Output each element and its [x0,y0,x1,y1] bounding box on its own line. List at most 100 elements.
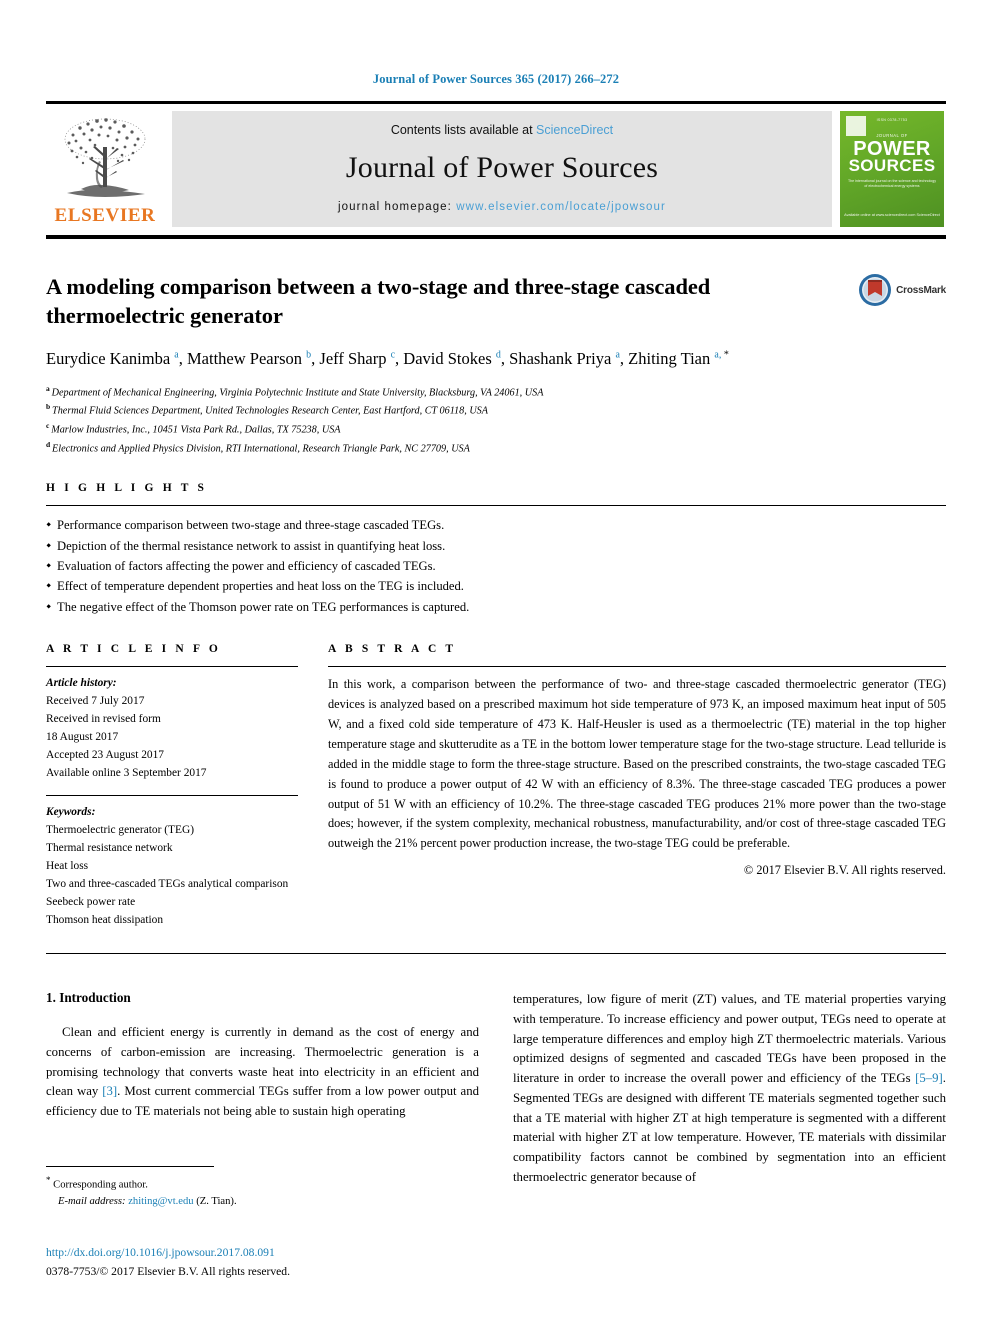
footnote-block: * Corresponding author. E-mail address: … [46,1166,476,1210]
citation-ref-5-9[interactable]: [5–9] [915,1071,943,1085]
abstract-column: A B S T R A C T In this work, a comparis… [328,643,946,929]
journal-cover-thumbnail: ISSN 0378-7753 JOURNAL OF POWER SOURCES … [838,111,946,227]
author-separator: , [619,348,629,368]
author-separator: , [178,348,187,368]
highlights-rule [46,505,946,507]
cover-top-text: ISSN 0378-7753 [876,118,908,122]
article-info-column: A R T I C L E I N F O Article history: R… [46,643,298,929]
keyword-item: Thermal resistance network [46,842,173,855]
author-separator: , [500,348,510,368]
body-columns: 1. Introduction Clean and efficient ener… [46,990,946,1187]
keywords-label: Keywords: [46,806,96,819]
intro-paragraph-right: temperatures, low figure of merit (ZT) v… [513,990,946,1187]
journal-homepage-line: journal homepage: www.elsevier.com/locat… [338,201,666,213]
highlight-item: Evaluation of factors affecting the powe… [46,556,946,576]
article-history-lines: Received 7 July 2017 Received in revised … [46,692,298,782]
section-heading-introduction: 1. Introduction [46,990,131,1006]
title-block: CrossMark A modeling comparison between … [46,273,946,458]
crossmark-icon [859,274,892,306]
email-label: E-mail address: [58,1195,126,1207]
corresponding-star: * [46,1175,51,1185]
abstract-heading: A B S T R A C T [328,643,457,656]
email-link[interactable]: zhiting@vt.edu [128,1196,193,1207]
journal-masthead: ELSEVIER Contents lists available at Sci… [46,111,946,227]
article-info-heading: A R T I C L E I N F O [46,643,221,656]
sciencedirect-link[interactable]: ScienceDirect [536,123,613,137]
article-history-item: Accepted 23 August 2017 [46,749,164,762]
info-abstract-row: A R T I C L E I N F O Article history: R… [46,643,946,929]
keyword-item: Heat loss [46,860,89,873]
page-title: A modeling comparison between a two-stag… [46,274,711,328]
article-history-item: 18 August 2017 [46,731,119,744]
highlight-item: Performance comparison between two-stage… [46,515,946,535]
article-history-item: Received in revised form [46,713,161,726]
issn-copyright-line: 0378-7753/© 2017 Elsevier B.V. All right… [46,1264,290,1278]
highlights-heading: H I G H L I G H T S [46,482,208,495]
elsevier-wordmark: ELSEVIER [54,205,156,226]
corresponding-author-line: * Corresponding author. [46,1174,476,1194]
author-name: David Stokes [403,348,496,368]
author-name: Zhiting Tian [628,348,715,368]
crossmark-badge[interactable]: CrossMark [858,273,946,307]
keyword-item: Seebeck power rate [46,896,136,909]
intro-paragraph-left: Clean and efficient energy is currently … [46,1023,479,1122]
citation-ref-3[interactable]: [3] [102,1084,117,1098]
article-history-label: Article history: [46,677,117,690]
paper-page: Journal of Power Sources 365 (2017) 266–… [0,0,992,1323]
elsevier-logo: ELSEVIER [46,111,164,227]
highlight-item: Depiction of the thermal resistance netw… [46,536,946,556]
keyword-item: Two and three-cascaded TEGs analytical c… [46,878,289,891]
keywords-rule [46,795,298,797]
article-info-rule [46,666,298,668]
affiliation-item: c Marlow Industries, Inc., 10451 Vista P… [46,420,946,439]
keyword-item: Thomson heat dissipation [46,914,164,927]
affiliation-text: Marlow Industries, Inc., 10451 Vista Par… [51,424,341,436]
highlights-section: H I G H L I G H T S Performance comparis… [46,482,946,617]
masthead-top-rule [46,101,946,104]
doi-block: http://dx.doi.org/10.1016/j.jpowsour.201… [46,1244,290,1281]
keywords-block: Keywords: Thermoelectric generator (TEG)… [46,803,298,929]
masthead-bottom-bar [46,235,946,239]
affiliation-text: Department of Mechanical Engineering, Vi… [51,386,544,398]
article-history-item: Received 7 July 2017 [46,695,145,708]
affiliation-item: b Thermal Fluid Sciences Department, Uni… [46,401,946,420]
journal-title: Journal of Power Sources [345,151,659,184]
email-line: E-mail address: zhiting@vt.edu (Z. Tian)… [46,1194,476,1210]
body-column-left: 1. Introduction Clean and efficient ener… [46,990,479,1187]
contents-prefix: Contents lists available at [390,123,537,137]
corresponding-label: Corresponding author. [53,1179,148,1191]
masthead-center: Contents lists available at ScienceDirec… [172,111,832,227]
footnote-rule [46,1166,214,1167]
author-list: Eurydice Kanimba a, Matthew Pearson b, J… [46,347,836,371]
intro-right-post: . Segmented TEGs are designed with diffe… [513,1071,946,1184]
article-history-item: Available online 3 September 2017 [46,767,207,780]
abstract-copyright: © 2017 Elsevier B.V. All rights reserved… [743,863,946,878]
affiliation-text: Thermal Fluid Sciences Department, Unite… [52,405,488,417]
doi-link[interactable]: http://dx.doi.org/10.1016/j.jpowsour.201… [46,1244,290,1263]
keywords-lines: Thermoelectric generator (TEG) Thermal re… [46,821,298,929]
homepage-url-link[interactable]: www.elsevier.com/locate/jpowsour [456,201,666,213]
article-history-block: Article history: Received 7 July 2017 Rec… [46,674,298,782]
cover-title-line2: SOURCES [848,156,936,175]
cover-footer-text: Available online at www.sciencedirect.co… [844,213,940,218]
affiliation-item: d Electronics and Applied Physics Divisi… [46,439,946,458]
intro-right-pre: temperatures, low figure of merit (ZT) v… [513,992,946,1086]
keyword-item: Thermoelectric generator (TEG) [46,824,194,837]
author-name: Shashank Priya [509,348,616,368]
contents-available-line: Contents lists available at ScienceDirec… [391,123,613,137]
crossmark-label: CrossMark [896,284,946,296]
affiliation-text: Electronics and Applied Physics Division… [52,443,470,455]
abstract-bottom-rule [46,953,946,955]
corresponding-author-mark[interactable]: * [721,349,729,360]
author-name: Eurydice Kanimba [46,348,175,368]
corresponding-author-note: * Corresponding author. E-mail address: … [46,1174,476,1210]
journal-cover-image: ISSN 0378-7753 JOURNAL OF POWER SOURCES … [840,111,944,227]
abstract-text: In this work, a comparison between the p… [328,677,946,851]
highlight-item: Effect of temperature dependent properti… [46,576,946,596]
affiliation-item: a Department of Mechanical Engineering, … [46,383,946,402]
homepage-prefix: journal homepage: [338,201,457,213]
abstract-rule [328,666,946,668]
body-column-right: temperatures, low figure of merit (ZT) v… [513,990,946,1187]
highlight-item: The negative effect of the Thomson power… [46,597,946,617]
affiliation-list: a Department of Mechanical Engineering, … [46,383,946,459]
